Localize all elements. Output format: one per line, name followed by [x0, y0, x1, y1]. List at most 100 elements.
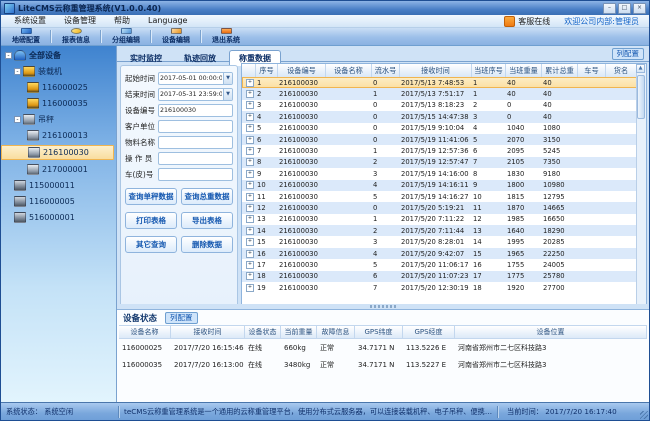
table-row[interactable]: +521610003002017/5/19 9:10:04410401080 — [242, 123, 637, 134]
table-row[interactable]: +1421610003022017/5/20 7:11:441316401829… — [242, 225, 637, 236]
table-row[interactable]: +921610003032017/5/19 14:16:00818309180 — [242, 168, 637, 179]
button-打印表格[interactable]: 打印表格 — [125, 212, 177, 229]
column-header-序号[interactable]: 序号 — [256, 64, 278, 77]
device-status-row[interactable]: 1160000252017/7/20 16:15:46在线660kg正常34.7… — [119, 339, 647, 356]
row-expander-icon[interactable]: + — [246, 136, 254, 144]
menu-item-Language[interactable]: Language — [139, 15, 196, 27]
tree-item-装载机[interactable]: -装载机 — [1, 65, 114, 78]
row-expander-icon[interactable]: + — [246, 284, 254, 292]
status-column-header-设备状态[interactable]: 设备状态 — [245, 326, 281, 338]
table-row[interactable]: +1521610003032017/5/20 8:28:011419952028… — [242, 236, 637, 247]
row-expander-icon[interactable]: + — [246, 158, 254, 166]
row-expander-icon[interactable]: + — [246, 79, 254, 87]
table-row[interactable]: +621610003002017/5/19 11:41:06520703150 — [242, 134, 637, 145]
status-column-header-GPS纬度[interactable]: GPS纬度 — [355, 326, 403, 338]
button-导出表格[interactable]: 导出表格 — [181, 212, 233, 229]
field-input-起始时间[interactable] — [159, 74, 223, 84]
field-input-操 作 员[interactable] — [159, 154, 232, 164]
column-header-流水号[interactable]: 流水号 — [372, 64, 400, 77]
menu-item-系统设置[interactable]: 系统设置 — [5, 15, 55, 27]
menu-item-帮助[interactable]: 帮助 — [105, 15, 139, 27]
toolbar-button-scale-config[interactable]: 地磅配置 — [3, 28, 49, 45]
table-row[interactable]: +721610003012017/5/19 12:57:36620955245 — [242, 145, 637, 156]
table-row[interactable]: +321610003002017/5/13 8:18:232040 — [242, 100, 637, 111]
device-status-column-config-button[interactable]: 列配置 — [165, 312, 198, 324]
tree-item-217000001[interactable]: 217000001 — [1, 163, 114, 176]
column-header-货名[interactable]: 货名 — [606, 64, 637, 77]
maximize-button[interactable]: □ — [618, 3, 631, 14]
status-column-header-接收时间[interactable]: 接收时间 — [171, 326, 245, 338]
tree-expander-icon[interactable]: - — [14, 116, 21, 123]
row-expander-icon[interactable]: + — [246, 204, 254, 212]
tree-root-item[interactable]: -全部设备 — [1, 49, 114, 62]
column-header-车号[interactable]: 车号 — [578, 64, 606, 77]
table-row[interactable]: +1021610003042017/5/19 14:16:11918001098… — [242, 180, 637, 191]
device-status-row[interactable]: 1160000352017/7/20 16:13:00在线3480kg正常34.… — [119, 356, 647, 373]
row-expander-icon[interactable]: + — [246, 124, 254, 132]
row-expander-icon[interactable]: + — [246, 238, 254, 246]
tree-item-116000035[interactable]: 116000035 — [1, 97, 114, 110]
chevron-down-icon[interactable]: ▼ — [223, 73, 232, 84]
toolbar-button-exit-system[interactable]: 退出系统 — [203, 28, 249, 45]
toolbar-button-group-edit[interactable]: 分组编辑 — [103, 28, 149, 45]
table-row[interactable]: +221610003012017/5/13 7:51:1714040 — [242, 88, 637, 99]
scroll-up-icon[interactable]: ▲ — [636, 64, 645, 73]
row-expander-icon[interactable]: + — [246, 272, 254, 280]
column-header-接收时间[interactable]: 接收时间 — [400, 64, 472, 77]
toolbar-button-report-info[interactable]: 报表信息 — [53, 28, 99, 45]
table-row[interactable]: +1721610003052017/5/20 11:06:17161755240… — [242, 259, 637, 270]
column-header-累计总重[interactable]: 累计总重 — [542, 64, 578, 77]
status-column-header-故障信息[interactable]: 故障信息 — [317, 326, 355, 338]
column-config-button[interactable]: 列配置 — [612, 48, 645, 60]
table-row[interactable]: +121610003002017/5/13 7:48:5314040 — [242, 77, 637, 88]
tab-轨迹回放[interactable]: 轨迹回放 — [175, 51, 225, 65]
table-row[interactable]: +1321610003012017/5/20 7:11:221219851665… — [242, 214, 637, 225]
table-row[interactable]: +1221610003002017/5/20 5:19:211118701466… — [242, 202, 637, 213]
toolbar-button-device-edit[interactable]: 设备编辑 — [153, 28, 199, 45]
row-expander-icon[interactable]: + — [246, 181, 254, 189]
tree-item-216100013[interactable]: 216100013 — [1, 129, 114, 142]
table-row[interactable]: +1921610003072017/5/20 12:30:19181920277… — [242, 282, 637, 293]
tree-item-116000005[interactable]: 116000005 — [1, 195, 114, 208]
tree-item-216100030[interactable]: 216100030 — [1, 145, 114, 160]
row-expander-icon[interactable]: + — [246, 147, 254, 155]
row-expander-icon[interactable]: + — [246, 215, 254, 223]
button-删除数据[interactable]: 删除数据 — [181, 236, 233, 253]
status-column-header-设备名称[interactable]: 设备名称 — [119, 326, 171, 338]
field-input-结束时间[interactable] — [159, 90, 223, 100]
tab-实时监控[interactable]: 实时监控 — [121, 51, 171, 65]
button-查询总重数据[interactable]: 查询总重数据 — [181, 188, 233, 205]
column-header-当班重量[interactable]: 当班重量 — [506, 64, 542, 77]
field-input-客户单位[interactable] — [159, 122, 232, 132]
status-column-header-GPS经度[interactable]: GPS经度 — [403, 326, 455, 338]
table-row[interactable]: +821610003022017/5/19 12:57:47721057350 — [242, 157, 637, 168]
close-button[interactable]: × — [633, 3, 646, 14]
tree-item-115000011[interactable]: 115000011 — [1, 179, 114, 192]
vertical-scroll-thumb[interactable] — [637, 75, 645, 119]
row-expander-icon[interactable]: + — [246, 90, 254, 98]
field-input-设备编号[interactable] — [159, 106, 232, 116]
table-row[interactable]: +1621610003042017/5/20 9:42:071519652225… — [242, 248, 637, 259]
row-expander-icon[interactable]: + — [246, 193, 254, 201]
minimize-button[interactable]: – — [603, 3, 616, 14]
field-input-车(皮)号[interactable] — [159, 170, 232, 180]
table-row[interactable]: +1121610003052017/5/19 14:16:27101815127… — [242, 191, 637, 202]
column-header-设备名称[interactable]: 设备名称 — [326, 64, 372, 77]
button-查询单秤数据[interactable]: 查询单秤数据 — [125, 188, 177, 205]
row-expander-icon[interactable]: + — [246, 261, 254, 269]
status-column-header-设备位置[interactable]: 设备位置 — [455, 326, 647, 338]
tree-item-116000025[interactable]: 116000025 — [1, 81, 114, 94]
chevron-down-icon[interactable]: ▼ — [223, 89, 232, 100]
row-expander-icon[interactable]: + — [246, 250, 254, 258]
table-row[interactable]: +421610003002017/5/15 14:47:383040 — [242, 111, 637, 122]
tree-item-吊秤[interactable]: -吊秤 — [1, 113, 114, 126]
column-header-当班序号[interactable]: 当班序号 — [472, 64, 506, 77]
row-expander-icon[interactable]: + — [246, 170, 254, 178]
table-row[interactable]: +1821610003062017/5/20 11:07:23171775257… — [242, 271, 637, 282]
row-expander-icon[interactable]: + — [246, 101, 254, 109]
tree-expander-icon[interactable]: - — [14, 68, 21, 75]
tree-expander-icon[interactable]: - — [5, 52, 12, 59]
menu-item-设备管理[interactable]: 设备管理 — [55, 15, 105, 27]
resize-grip-icon[interactable] — [640, 411, 648, 419]
service-online-label[interactable]: 客服在线 — [518, 16, 550, 27]
